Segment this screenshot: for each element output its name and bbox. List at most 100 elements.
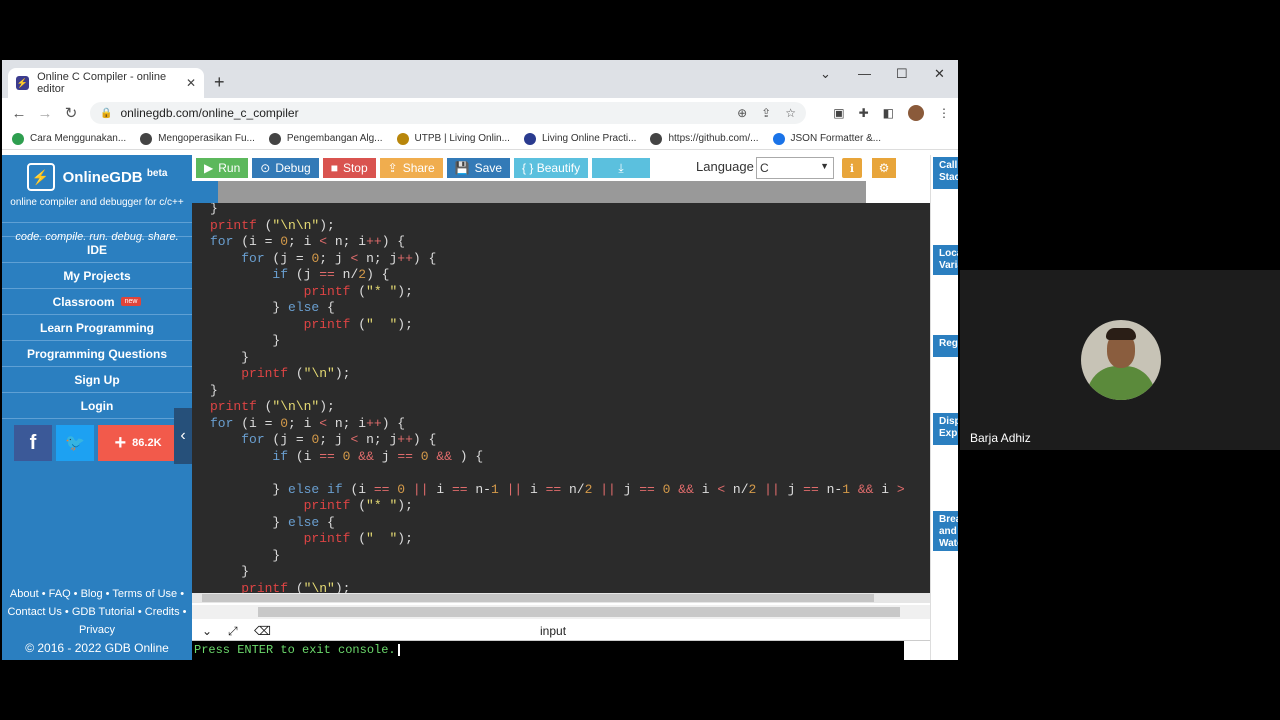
save-button[interactable]: 💾 Save bbox=[446, 158, 511, 178]
code-editor[interactable]: } printf ("\n\n"); for (i = 0; i < n; i++)… bbox=[192, 203, 930, 593]
forward-icon[interactable]: → bbox=[32, 105, 58, 122]
footer-line-1[interactable]: About • FAQ • Blog • Terms of Use • bbox=[2, 585, 192, 603]
gear-icon[interactable]: ⚙ bbox=[872, 158, 896, 178]
code-line: printf (" "); bbox=[303, 316, 413, 332]
editor-scrollbar[interactable] bbox=[192, 593, 930, 603]
bookmark-item[interactable]: Living Online Practi... bbox=[523, 132, 636, 145]
breakpoints-panel[interactable]: Breakpoints and Watchpoints bbox=[933, 511, 958, 551]
twitter-icon[interactable]: 🐦 bbox=[56, 425, 94, 461]
footer-links[interactable]: About • FAQ • Blog • Terms of Use • Cont… bbox=[2, 585, 192, 639]
local-variables-panel[interactable]: Local Variables bbox=[933, 245, 958, 275]
code-line: printf ("\n\n"); bbox=[210, 217, 335, 233]
code-line: for (j = 0; j < n; j++) { bbox=[241, 250, 437, 266]
debug-button[interactable]: ⊙ Debug bbox=[252, 158, 319, 178]
code-line: for (i = 0; i < n; i++) { bbox=[210, 234, 406, 249]
collapse-sidebar-icon[interactable]: ‹ bbox=[174, 408, 192, 464]
download-button[interactable]: ⤓ bbox=[592, 158, 651, 178]
bookmark-favicon-icon bbox=[268, 132, 281, 145]
bookmark-label: Pengembangan Alg... bbox=[286, 133, 383, 144]
bookmark-item[interactable]: Pengembangan Alg... bbox=[268, 132, 383, 145]
bookmark-favicon-icon bbox=[523, 132, 536, 145]
bookmark-item[interactable]: JSON Formatter &... bbox=[772, 132, 882, 145]
collapse-console-icon[interactable]: ⌄ bbox=[202, 624, 212, 638]
editor-horizontal-scrollbar[interactable] bbox=[192, 605, 930, 619]
side-panel-icon[interactable]: ◧ bbox=[883, 106, 894, 120]
bookmark-label: UTPB | Living Onlin... bbox=[414, 133, 510, 144]
display-expressions-panel[interactable]: Display Expressions bbox=[933, 413, 958, 445]
bookmarks-bar: Cara Menggunakan... Mengoperasikan Fu... P… bbox=[2, 128, 958, 150]
call-stack-panel[interactable]: Call Stack bbox=[933, 157, 958, 189]
code-line: if (j == n/2) { bbox=[272, 267, 390, 282]
info-icon[interactable]: ℹ bbox=[842, 158, 862, 178]
expand-console-icon[interactable]: ⤢ bbox=[228, 624, 238, 639]
extension-icon[interactable]: ▣ bbox=[833, 106, 844, 120]
code-line: } bbox=[210, 333, 281, 348]
sidebar-item-programming-questions[interactable]: Programming Questions bbox=[2, 341, 192, 367]
code-line: for (i = 0; i < n; i++) { bbox=[210, 415, 406, 431]
tab-search-icon[interactable]: ⌄ bbox=[820, 66, 831, 82]
close-window-icon[interactable]: ✕ bbox=[934, 66, 945, 82]
play-icon: ▶ bbox=[204, 161, 214, 175]
onlinegdb-favicon-icon: ⚡ bbox=[16, 76, 30, 90]
console-output[interactable]: Press ENTER to exit console. bbox=[192, 641, 904, 660]
back-icon[interactable]: ← bbox=[6, 105, 32, 122]
close-tab-icon[interactable]: ✕ bbox=[186, 76, 196, 90]
logo-block[interactable]: ⚡ OnlineGDB beta online compiler and deb… bbox=[2, 155, 192, 243]
beautify-button[interactable]: { } Beautify bbox=[514, 158, 589, 178]
sidebar-item-login[interactable]: Login bbox=[2, 393, 192, 419]
bookmark-favicon-icon bbox=[772, 132, 785, 145]
run-button[interactable]: ▶ Run bbox=[196, 158, 249, 178]
language-label: Language bbox=[696, 159, 754, 174]
sidebar-item-sign-up[interactable]: Sign Up bbox=[2, 367, 192, 393]
facebook-icon[interactable]: f bbox=[14, 425, 52, 461]
bookmark-item[interactable]: UTPB | Living Onlin... bbox=[396, 132, 510, 145]
code-line: } else { bbox=[210, 300, 335, 315]
code-line: printf ("\n"); bbox=[241, 580, 351, 594]
stop-button[interactable]: ■ Stop bbox=[322, 158, 376, 178]
extensions-puzzle-icon[interactable]: ✚ bbox=[859, 106, 869, 120]
screen: ⚡ Online C Compiler - online editor ✕ + … bbox=[0, 0, 1280, 720]
onlinegdb-page: ⚡ OnlineGDB beta online compiler and deb… bbox=[2, 155, 958, 660]
console-header: ⌄ ⤢ ⌫ input bbox=[192, 621, 930, 641]
language-select[interactable]: C ▼ bbox=[756, 157, 834, 179]
chevron-down-icon: ▼ bbox=[820, 161, 829, 171]
share-button[interactable]: ⇪ Share bbox=[379, 158, 443, 178]
registers-panel[interactable]: Registers bbox=[933, 335, 958, 357]
code-line: if (i == 0 && j == 0 && ) { bbox=[272, 448, 484, 464]
bookmark-item[interactable]: Mengoperasikan Fu... bbox=[140, 132, 255, 145]
browser-tab[interactable]: ⚡ Online C Compiler - online editor ✕ bbox=[8, 68, 204, 98]
browser-toolbar: ← → ↻ 🔒 onlinegdb.com/online_c_compiler … bbox=[2, 98, 958, 128]
onlinegdb-logo-icon: ⚡ bbox=[26, 163, 55, 191]
bookmark-item[interactable]: Cara Menggunakan... bbox=[12, 132, 126, 145]
reload-icon[interactable]: ↻ bbox=[58, 104, 84, 122]
download-icon: ⤓ bbox=[618, 160, 624, 175]
file-tab-main[interactable] bbox=[192, 181, 218, 203]
bookmark-item[interactable]: https://github.com/... bbox=[650, 132, 759, 145]
code-line: printf ("* "); bbox=[303, 283, 413, 299]
share-count-button[interactable]: +86.2K bbox=[98, 425, 178, 461]
code-line: printf ("* "); bbox=[303, 498, 413, 513]
code-line: } else { bbox=[210, 514, 335, 530]
sidebar-item-classroom[interactable]: Classroom new bbox=[2, 289, 192, 315]
sidebar-item-learn-programming[interactable]: Learn Programming bbox=[2, 315, 192, 341]
maximize-icon[interactable]: ☐ bbox=[896, 66, 908, 82]
menu-kebab-icon[interactable]: ⋮ bbox=[938, 106, 950, 120]
sidebar-item-my-projects[interactable]: My Projects bbox=[2, 263, 192, 289]
bookmark-favicon-icon bbox=[396, 132, 409, 145]
clear-console-icon[interactable]: ⌫ bbox=[254, 624, 271, 638]
bookmark-star-icon[interactable]: ☆ bbox=[785, 106, 796, 120]
code-line: for (j = 0; j < n; j++) { bbox=[241, 432, 437, 447]
footer-line-3[interactable]: Privacy bbox=[2, 621, 192, 639]
zoom-icon[interactable]: ⊕ bbox=[737, 106, 747, 120]
bookmark-label: Mengoperasikan Fu... bbox=[158, 133, 255, 144]
profile-avatar[interactable] bbox=[908, 105, 924, 121]
share-page-icon[interactable]: ⇪ bbox=[761, 106, 771, 120]
new-tab-icon[interactable]: + bbox=[214, 72, 225, 93]
footer-line-2[interactable]: Contact Us • GDB Tutorial • Credits • bbox=[2, 603, 192, 621]
bookmark-label: JSON Formatter &... bbox=[790, 133, 882, 144]
address-bar[interactable]: 🔒 onlinegdb.com/online_c_compiler ⊕ ⇪ ☆ bbox=[90, 102, 806, 124]
bookmark-label: https://github.com/... bbox=[668, 133, 759, 144]
sidebar: ⚡ OnlineGDB beta online compiler and deb… bbox=[2, 155, 192, 660]
minimize-icon[interactable]: — bbox=[858, 66, 871, 81]
console-input-label: input bbox=[540, 624, 567, 638]
